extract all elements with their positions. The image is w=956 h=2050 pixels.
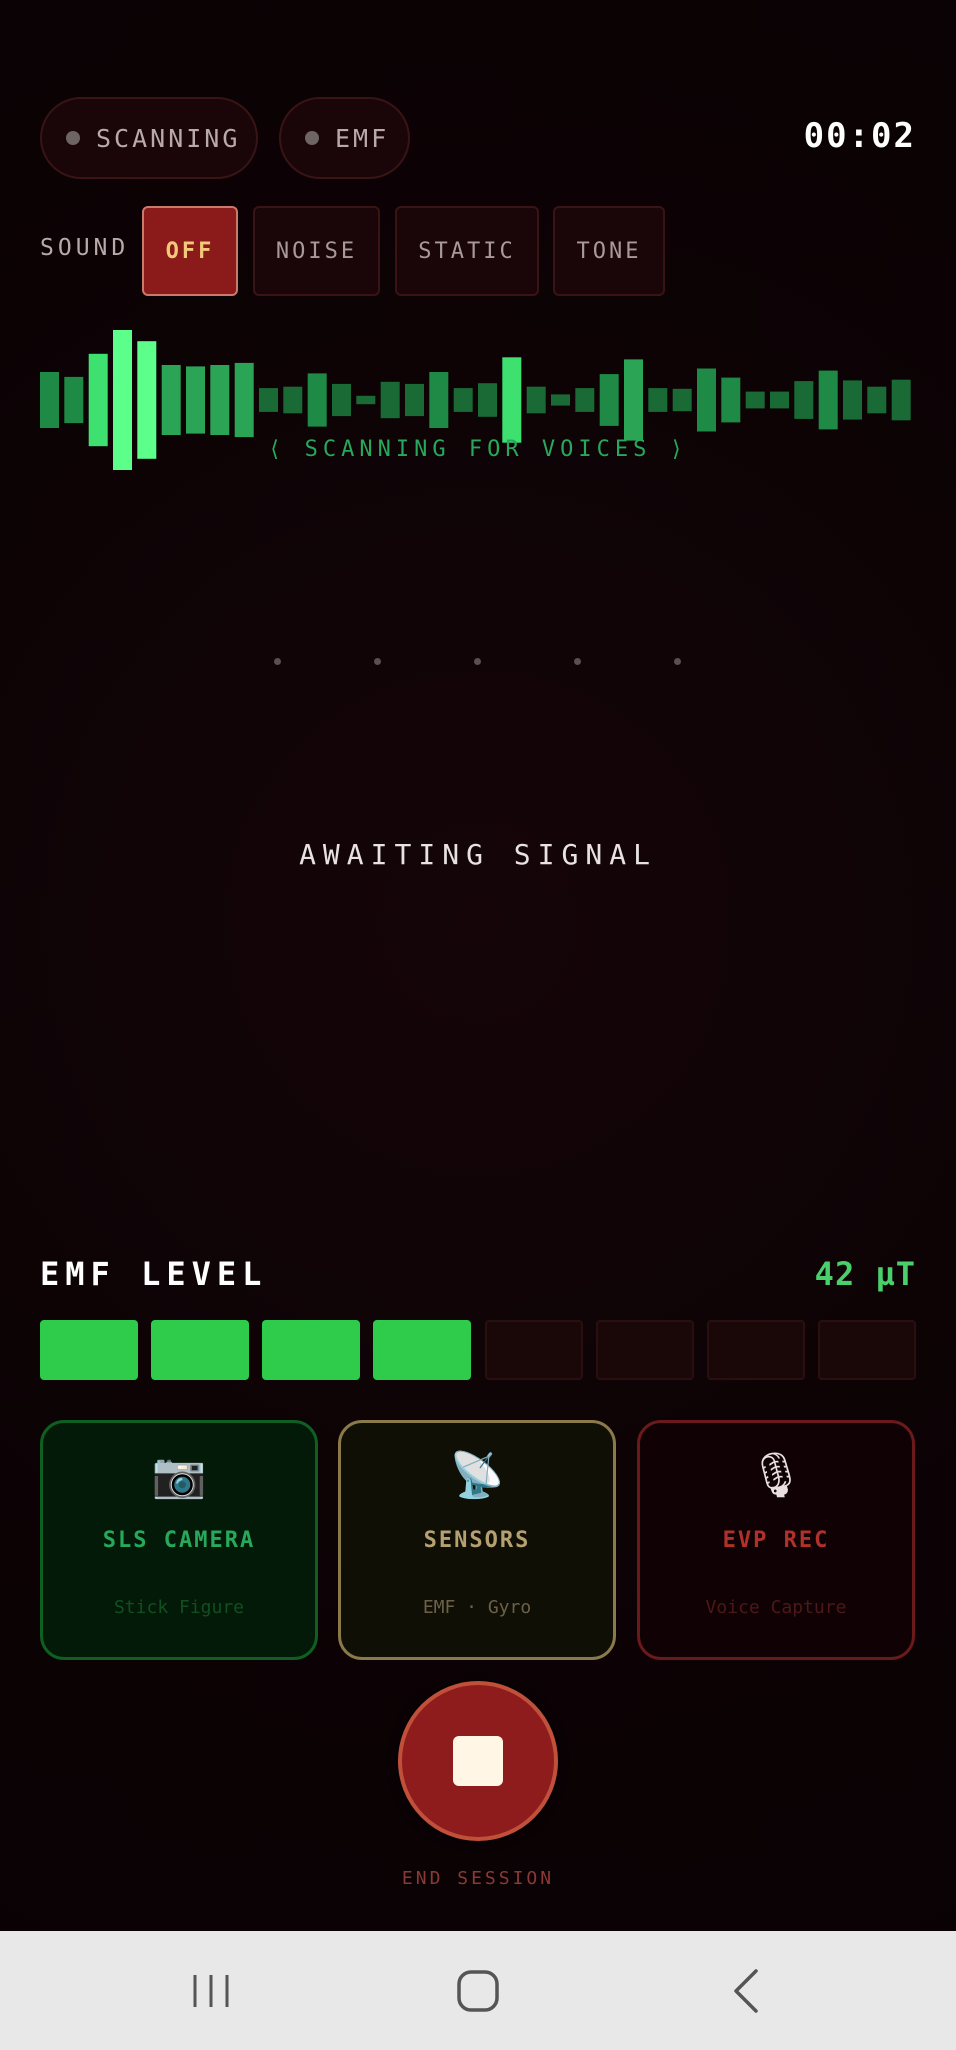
signal-dot	[574, 658, 581, 665]
emf-meter-segment	[484, 1320, 583, 1380]
emf-level-title: EMF LEVEL	[40, 1255, 268, 1293]
waveform-bar	[697, 368, 716, 432]
scanning-status-pill[interactable]: SCANNING	[40, 97, 258, 179]
end-session-button[interactable]	[398, 1681, 558, 1841]
emf-meter-segment	[262, 1320, 361, 1380]
scanning-caption: ⟨ SCANNING FOR VOICES ⟩	[268, 437, 688, 462]
emf-meter-segment	[706, 1320, 805, 1380]
waveform-bar	[40, 372, 59, 428]
sound-label: SOUND	[40, 235, 130, 261]
emf-meter-segment	[373, 1320, 472, 1380]
waveform-bar	[672, 388, 692, 412]
recent-apps-icon[interactable]	[181, 1961, 241, 2021]
satellite-dish-icon: 📡	[449, 1450, 505, 1501]
waveform-bar	[551, 394, 570, 406]
waveform-bar	[405, 383, 424, 417]
waveform-bar	[648, 388, 668, 412]
status-dot-icon	[66, 131, 80, 145]
system-navigation-bar	[0, 1931, 956, 2050]
waveform-bar	[721, 377, 741, 423]
stop-icon	[453, 1736, 503, 1786]
emf-meter-segment	[817, 1320, 916, 1380]
waveform-bar	[624, 359, 643, 441]
waveform-bar	[88, 353, 108, 447]
emf-level-meter	[40, 1320, 916, 1380]
emf-meter-segment	[40, 1320, 138, 1380]
waveform-bar	[356, 395, 376, 405]
waveform-bar	[745, 391, 765, 409]
sound-noise-button[interactable]: NOISE	[253, 206, 380, 296]
home-icon[interactable]	[448, 1961, 508, 2021]
signal-dot	[474, 658, 481, 665]
waveform-bar	[210, 365, 230, 435]
microphone-icon: 🎙	[748, 1450, 804, 1501]
signal-dot	[374, 658, 381, 665]
card-title: SLS CAMERA	[102, 1528, 256, 1553]
card-subtitle: EMF · Gyro	[422, 1597, 532, 1618]
signal-dot	[674, 658, 681, 665]
waveform-bar	[186, 366, 205, 434]
waveform-bar	[867, 386, 887, 414]
sensors-card[interactable]: 📡 SENSORS EMF · Gyro	[338, 1420, 616, 1660]
waveform-bar	[843, 380, 862, 420]
waveform-bar	[161, 365, 181, 435]
waveform-bar	[453, 388, 473, 412]
awaiting-signal-text: AWAITING SIGNAL	[299, 838, 657, 871]
signal-dot	[274, 658, 281, 665]
evp-rec-card[interactable]: 🎙 EVP REC Voice Capture	[637, 1420, 915, 1660]
waveform-bar	[259, 388, 278, 412]
sound-off-button[interactable]: OFF	[142, 206, 238, 296]
status-dot-icon	[305, 131, 319, 145]
emf-level-value: 42 µT	[814, 1255, 916, 1293]
camera-icon: 📷	[151, 1450, 207, 1501]
emf-status-pill[interactable]: EMF	[279, 97, 410, 179]
waveform-bar	[794, 381, 814, 419]
waveform-bar	[380, 381, 400, 419]
waveform-bar	[283, 386, 303, 414]
waveform-bar	[234, 362, 254, 438]
waveform-bar	[429, 372, 449, 428]
card-title: EVP REC	[722, 1528, 830, 1553]
waveform-bar	[770, 391, 789, 409]
waveform-bar	[599, 374, 619, 426]
emf-label: EMF	[335, 123, 390, 153]
session-timer: 00:02	[803, 116, 916, 156]
card-subtitle: Stick Figure	[113, 1597, 245, 1618]
waveform-bar	[478, 383, 497, 417]
sound-tone-button[interactable]: TONE	[553, 206, 665, 296]
waveform-bar	[502, 357, 522, 443]
end-session-label: END SESSION	[401, 1868, 555, 1889]
waveform-bar	[307, 373, 327, 427]
waveform-bar	[332, 383, 351, 417]
sls-camera-card[interactable]: 📷 SLS CAMERA Stick Figure	[40, 1420, 318, 1660]
back-icon[interactable]	[716, 1961, 776, 2021]
emf-meter-segment	[595, 1320, 694, 1380]
card-title: SENSORS	[423, 1528, 531, 1553]
scanning-label: SCANNING	[96, 123, 241, 153]
waveform-bar	[575, 388, 595, 412]
waveform-bar	[64, 376, 84, 424]
emf-meter-segment	[151, 1320, 250, 1380]
waveform-bar	[891, 379, 911, 421]
sound-static-button[interactable]: STATIC	[395, 206, 539, 296]
waveform-bar	[526, 386, 546, 414]
waveform-bar	[818, 370, 838, 430]
card-subtitle: Voice Capture	[705, 1597, 847, 1618]
